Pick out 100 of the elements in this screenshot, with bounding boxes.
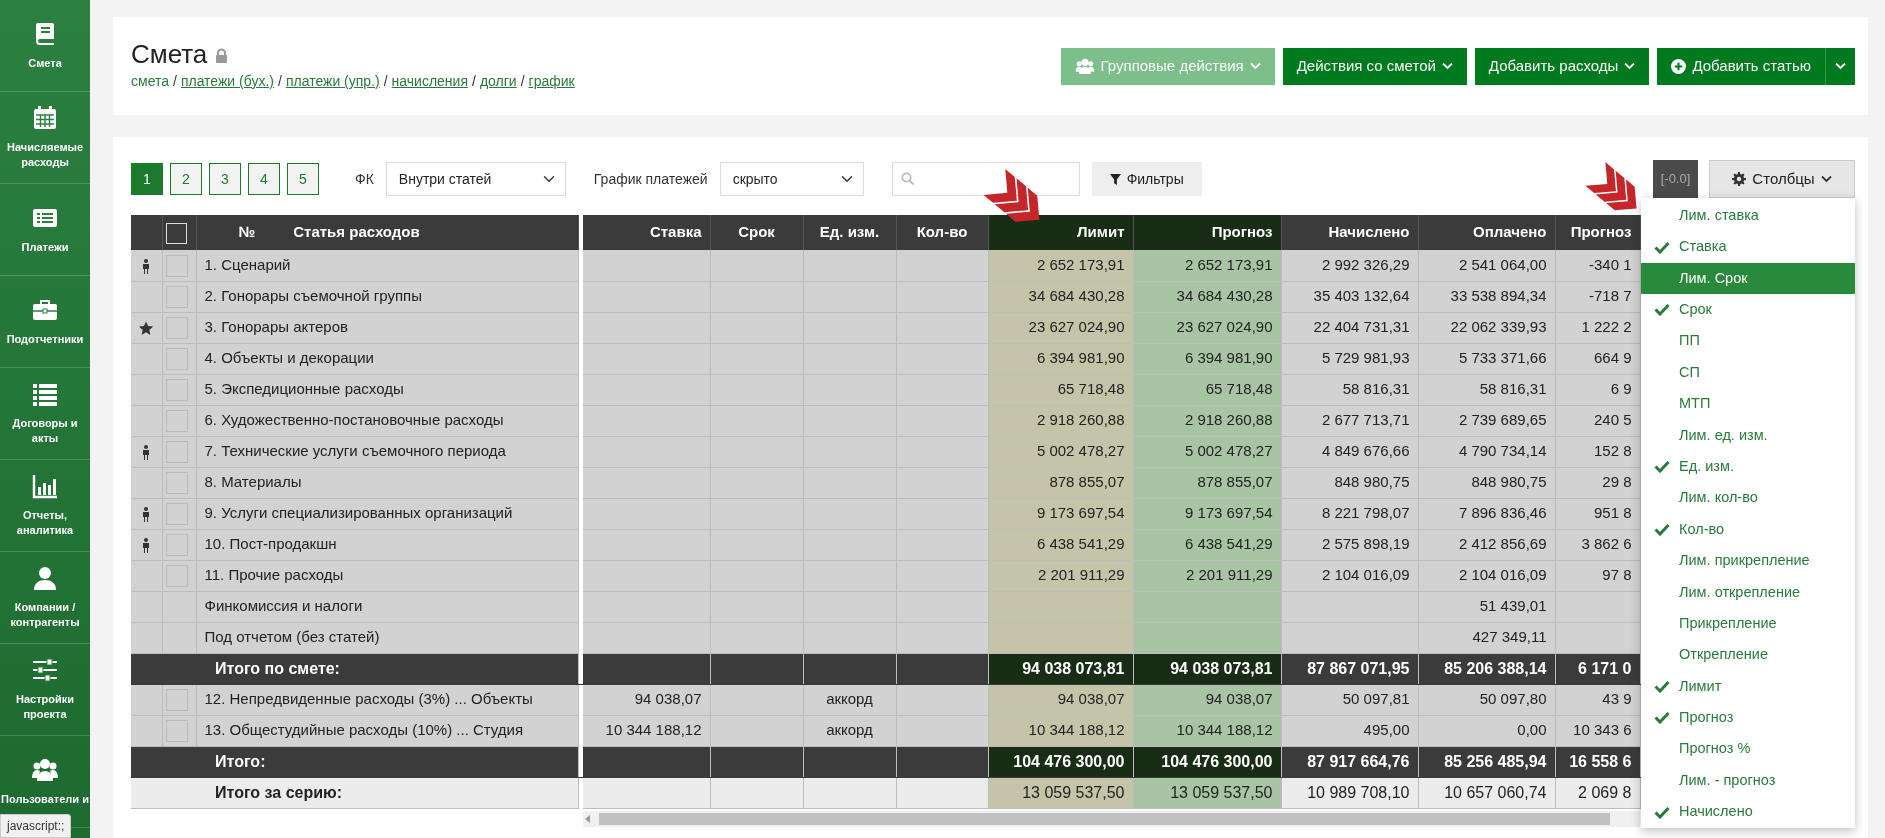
breadcrumb-separator: /	[278, 72, 282, 89]
column-header: Срок	[710, 215, 803, 250]
table-cell: 43 9	[1555, 684, 1640, 715]
table-cell: 10. Пост-продакшн	[196, 529, 578, 560]
table-cell: Финкомиссия и налоги	[196, 591, 578, 622]
table-cell: 4 849 676,66	[1281, 436, 1418, 467]
table-cell: аккорд	[803, 684, 896, 715]
table-cell: 97 8	[1555, 560, 1640, 591]
table-cell: 65 718,48	[988, 374, 1133, 405]
table-cell: 34 684 430,28	[988, 281, 1133, 312]
column-header: Прогноз	[1133, 215, 1281, 250]
table-cell: 10 344 188,12	[583, 715, 710, 746]
table-cell: 3 862 6	[1555, 529, 1640, 560]
table-cell: 8. Материалы	[196, 467, 578, 498]
table-cell: 13. Общестудийные расходы (10%) ... Студия	[196, 715, 578, 746]
table-cell: 8 221 798,07	[1281, 498, 1418, 529]
table-cell: 94 038 073,81	[988, 653, 1133, 684]
table-cell: 85 206 388,14	[1418, 653, 1555, 684]
table-cell: 5 002 478,27	[1133, 436, 1281, 467]
table-cell: 6 9	[1555, 374, 1640, 405]
table-cell: 7 896 836,46	[1418, 498, 1555, 529]
table-cell: 6 394 981,90	[988, 343, 1133, 374]
table-cell: 5. Экспедиционные расходы	[196, 374, 578, 405]
table-cell: 951 8	[1555, 498, 1640, 529]
column-header: Ед. изм.	[803, 215, 896, 250]
table-cell: 427 349,11	[1418, 622, 1555, 653]
table-cell: 5 733 371,66	[1418, 343, 1555, 374]
table-cell: 16 558 6	[1555, 746, 1640, 777]
table-cell: 2 104 016,09	[1418, 560, 1555, 591]
table-cell: 152 8	[1555, 436, 1640, 467]
table-cell: -718 7	[1555, 281, 1640, 312]
table-cell: 87 867 071,95	[1281, 653, 1418, 684]
table-cell: 104 476 300,00	[988, 746, 1133, 777]
table-cell: 22 062 339,93	[1418, 312, 1555, 343]
table-cell: 10 343 6	[1555, 715, 1640, 746]
table-cell: 2 918 260,88	[988, 405, 1133, 436]
table-cell: 51 439,01	[1418, 591, 1555, 622]
table-cell: 33 538 894,34	[1418, 281, 1555, 312]
table-cell: 9 173 697,54	[1133, 498, 1281, 529]
table-cell: 2 575 898,19	[1281, 529, 1418, 560]
table-cell: 23 627 024,90	[1133, 312, 1281, 343]
table-cell: 23 627 024,90	[988, 312, 1133, 343]
table-cell: 50 097,81	[1281, 684, 1418, 715]
breadcrumb-separator: /	[520, 72, 525, 89]
table-cell: 13 059 537,50	[1133, 777, 1281, 808]
table-cell: 29 8	[1555, 467, 1640, 498]
column-header: Начислено	[1281, 215, 1418, 250]
table-cell: 9 173 697,54	[988, 498, 1133, 529]
table-cell: 104 476 300,00	[1133, 746, 1281, 777]
table-cell: 2 201 911,29	[988, 560, 1133, 591]
table-cell: 12. Непредвиденные расходы (3%) ... Объекты	[196, 684, 578, 715]
column-header: Прогноз	[1555, 215, 1640, 250]
table-cell: 2 739 689,65	[1418, 405, 1555, 436]
column-header: Ставка	[583, 215, 710, 250]
table-cell: 94 038,07	[1133, 684, 1281, 715]
table-cell: 6 171 0	[1555, 653, 1640, 684]
table-cell: 664 9	[1555, 343, 1640, 374]
column-header: Статья расходов	[293, 223, 420, 241]
table-cell: Под отчетом (без статей)	[196, 622, 578, 653]
table-cell: 94 038,07	[988, 684, 1133, 715]
table-cell: 7. Технические услуги съемочного периода	[196, 436, 578, 467]
table-cell: Итого за серию:	[131, 777, 578, 808]
table-cell: 87 917 664,76	[1281, 746, 1418, 777]
table-cell: 2 652 173,91	[988, 250, 1133, 281]
field-label: График платежей	[593, 169, 708, 189]
table-cell: 878 855,07	[988, 467, 1133, 498]
table-cell: 34 684 430,28	[1133, 281, 1281, 312]
table-cell: 878 855,07	[1133, 467, 1281, 498]
table-cell: 3. Гонорары актеров	[196, 312, 578, 343]
table-cell: 848 980,75	[1418, 467, 1555, 498]
table-cell: 4. Объекты и декорации	[196, 343, 578, 374]
table-cell: 13 059 537,50	[988, 777, 1133, 808]
column-header: Оплачено	[1418, 215, 1555, 250]
table-cell: 2 201 911,29	[1133, 560, 1281, 591]
table-cell: 2 412 856,69	[1418, 529, 1555, 560]
table-cell: 10 344 188,12	[1133, 715, 1281, 746]
table-cell: -340 1	[1555, 250, 1640, 281]
table-cell: 22 404 731,31	[1281, 312, 1418, 343]
status-badge: [-0.0]	[1653, 160, 1698, 198]
table-cell: 2 069 8	[1555, 777, 1640, 808]
table-cell: 848 980,75	[1281, 467, 1418, 498]
table-cell: 94 038 073,81	[1133, 653, 1281, 684]
breadcrumb-separator: /	[472, 72, 476, 89]
table-cell: 10 344 188,12	[988, 715, 1133, 746]
table-cell: 11. Прочие расходы	[196, 560, 578, 591]
table-cell: 2 104 016,09	[1281, 560, 1418, 591]
table-cell: 5 729 981,93	[1281, 343, 1418, 374]
table-cell: 6 438 541,29	[988, 529, 1133, 560]
table-cell: 2. Гонорары съемочной группы	[196, 281, 578, 312]
table-cell: 58 816,31	[1281, 374, 1418, 405]
table-cell: 94 038,07	[583, 684, 710, 715]
column-header: №	[238, 223, 256, 241]
table-cell: 50 097,80	[1418, 684, 1555, 715]
table-cell: 4 790 734,14	[1418, 436, 1555, 467]
table-cell: Итого:	[131, 746, 578, 777]
table-cell: 6. Художественно-постановочные расходы	[196, 405, 578, 436]
field-label: ФК	[355, 169, 374, 189]
table-cell: 2 992 326,29	[1281, 250, 1418, 281]
table-cell: 58 816,31	[1418, 374, 1555, 405]
table-cell: 1 222 2	[1555, 312, 1640, 343]
